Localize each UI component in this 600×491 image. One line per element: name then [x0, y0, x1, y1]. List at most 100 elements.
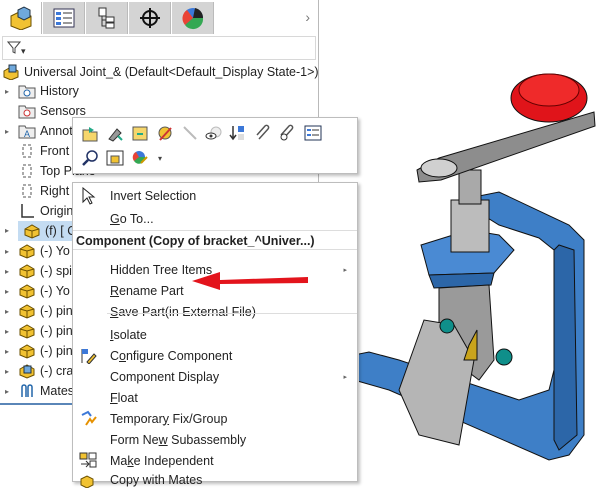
subassembly-icon: [18, 363, 36, 379]
tree-item-label: (-) pin: [40, 324, 73, 338]
menu-label: Go To...: [110, 211, 154, 226]
manager-tabs: ›: [0, 0, 318, 34]
tab-property-manager[interactable]: [43, 2, 85, 34]
tab-display-manager[interactable]: [172, 2, 214, 34]
menu-label: Copy with Mates: [110, 472, 203, 487]
tab-configuration-manager[interactable]: [86, 2, 128, 34]
tree-item[interactable]: ▸ (-) Yo: [0, 281, 70, 301]
menu-item-go-to[interactable]: Go To...: [73, 208, 357, 229]
component-icon: [18, 343, 36, 359]
tab-feature-manager[interactable]: [0, 2, 42, 34]
edit-component-icon[interactable]: [131, 124, 149, 142]
filter-dropdown-icon[interactable]: ▾: [21, 46, 26, 56]
submenu-arrow-icon: ▸: [343, 266, 347, 274]
menu-item[interactable]: Copy with Mates: [73, 469, 357, 490]
part-cube-icon: [10, 6, 31, 30]
hide-show-icon[interactable]: [106, 124, 124, 142]
expand-arrow-icon[interactable]: ▸: [5, 307, 13, 316]
view-mates-icon[interactable]: [278, 124, 296, 142]
toolbar-more-dropdown-icon[interactable]: ▾: [151, 149, 169, 167]
appearance-icon[interactable]: [131, 149, 149, 167]
tree-item[interactable]: ▸ (-) spi: [0, 261, 72, 281]
expand-arrow-icon[interactable]: ▸: [5, 267, 13, 276]
tab-dimxpert-manager[interactable]: [129, 2, 171, 34]
properties-list-icon[interactable]: [304, 124, 322, 142]
expand-arrow-icon[interactable]: ▸: [5, 327, 13, 336]
tree-item[interactable]: Origin: [0, 201, 73, 221]
tree-item[interactable]: ▸ (-) pin: [0, 321, 73, 341]
menu-label: Make Independent: [110, 453, 214, 468]
menu-label: Float: [110, 390, 138, 405]
component-icon: [18, 303, 36, 319]
cursor-select-icon: [79, 186, 97, 205]
tree-item-label: Right: [40, 184, 70, 198]
expand-arrow-icon[interactable]: ▸: [5, 247, 13, 256]
component-menu-header: Component (Copy of bracket_^Univer...): [73, 230, 357, 250]
component-icon: [18, 283, 36, 299]
tree-item[interactable]: Front: [0, 141, 69, 161]
expand-arrow-icon[interactable]: ▸: [5, 287, 13, 296]
menu-item[interactable]: Isolate: [73, 324, 357, 345]
menu-item[interactable]: Component Display ▸: [73, 366, 357, 387]
menu-item[interactable]: Float: [73, 387, 357, 408]
open-part-icon[interactable]: [81, 124, 99, 142]
tree-item-label: History: [40, 84, 79, 98]
plane-icon: [18, 183, 36, 199]
menu-label: Form New Subassembly: [110, 432, 247, 447]
expand-arrow-icon[interactable]: ▸: [5, 87, 13, 96]
assembly-icon: [2, 64, 20, 80]
menu-label: Component Display: [110, 369, 220, 384]
menu-item[interactable]: Temporary Fix/Group: [73, 408, 357, 429]
menu-item[interactable]: Form New Subassembly: [73, 429, 357, 450]
tree-root[interactable]: Universal Joint_& (Default<Default_Displ…: [0, 62, 319, 82]
tree-item[interactable]: ▸ (-) pin: [0, 341, 73, 361]
open-assembly-icon[interactable]: [106, 149, 124, 167]
suppress-icon[interactable]: [181, 124, 199, 142]
menu-item[interactable]: Save Part(in External File): [73, 301, 357, 322]
appearance-sphere-icon: [181, 8, 203, 30]
red-arrow-annotation: [192, 272, 308, 290]
expand-arrow-icon[interactable]: ▸: [5, 127, 13, 136]
plane-icon: [18, 163, 36, 179]
menu-label: Temporary Fix/Group: [110, 411, 228, 426]
change-transparency-icon[interactable]: [156, 124, 174, 142]
rebuild-order-icon[interactable]: [229, 124, 247, 142]
zoom-to-selection-icon[interactable]: [81, 149, 99, 167]
tree-item-label: Front: [40, 144, 70, 158]
tree-item[interactable]: ▸ (-) pin: [0, 301, 73, 321]
isolate-eye-icon[interactable]: [204, 124, 222, 142]
tree-item-label: Sensors: [40, 104, 86, 118]
expand-arrow-icon[interactable]: ▸: [5, 226, 13, 235]
tree-item[interactable]: Right: [0, 181, 69, 201]
paperclip-icon[interactable]: [254, 124, 272, 142]
tree-item[interactable]: ▸ A Annot: [0, 121, 73, 141]
expand-arrow-icon[interactable]: ▸: [5, 347, 13, 356]
context-toolbar: ▾: [72, 117, 358, 174]
menu-item[interactable]: Make Independent: [73, 450, 357, 471]
expand-arrow-icon[interactable]: ▸: [5, 387, 13, 396]
tree-item[interactable]: ▸ (-) Yo: [0, 241, 70, 261]
make-independent-icon: [79, 452, 97, 469]
expand-arrow-icon[interactable]: ▸: [5, 367, 13, 376]
mates-icon: [18, 383, 36, 399]
tree-filter[interactable]: ▾: [2, 36, 316, 60]
menu-label: Invert Selection: [110, 188, 197, 203]
tree-item-label: (-) Yo: [40, 284, 70, 298]
graphics-area-model[interactable]: [353, 60, 600, 472]
tree-item-label: (-) pin: [40, 304, 73, 318]
component-icon: [18, 323, 36, 339]
fix-group-icon: [79, 410, 97, 427]
tree-item-label: (-) cra: [40, 364, 74, 378]
tree-item[interactable]: ▸ History: [0, 81, 79, 101]
universal-joint-model: [353, 73, 596, 461]
tree-item[interactable]: (f) [ C: [18, 221, 78, 241]
menu-item-invert-selection[interactable]: Invert Selection: [73, 185, 357, 206]
menu-item[interactable]: Configure Component: [73, 345, 357, 366]
tree-item-label: Annot: [40, 124, 73, 138]
submenu-arrow-icon: ▸: [343, 373, 347, 381]
tree-item[interactable]: ▸ (-) cra: [0, 361, 73, 381]
chevron-right-icon[interactable]: ›: [305, 9, 310, 25]
tree-item[interactable]: ▸ Mates: [0, 381, 74, 401]
copy-mates-icon: [79, 471, 97, 489]
crosshair-icon: [139, 8, 160, 28]
